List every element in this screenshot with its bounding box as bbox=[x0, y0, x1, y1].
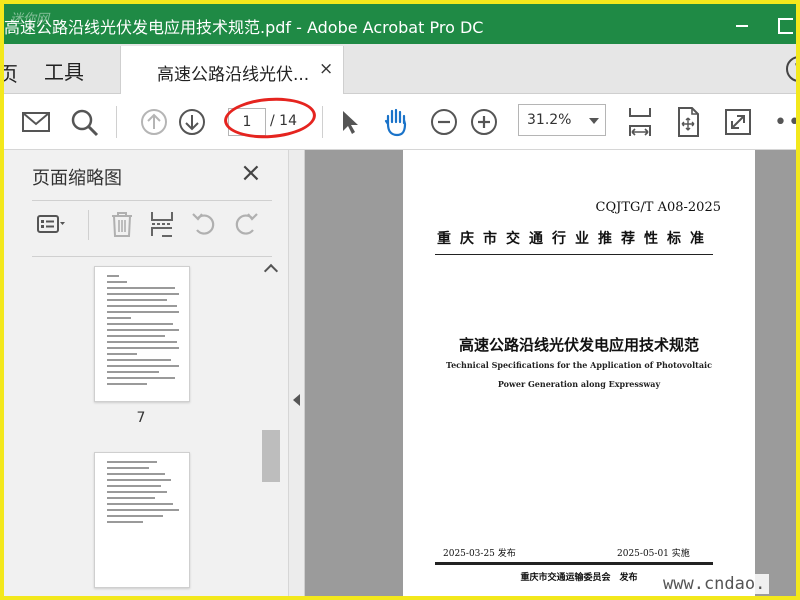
thumbnail-page-number: 7 bbox=[136, 410, 146, 426]
delete-icon[interactable] bbox=[106, 208, 138, 240]
more-icon[interactable]: ••• bbox=[774, 110, 796, 135]
divider bbox=[435, 562, 713, 565]
panel-splitter[interactable] bbox=[289, 150, 305, 596]
fit-width-icon[interactable] bbox=[622, 104, 658, 140]
document-title: 高速公路沿线光伏发电应用技术规范 bbox=[458, 336, 699, 354]
close-icon[interactable]: × bbox=[240, 160, 262, 186]
thumbnail-panel: 页面缩略图 × 7 bbox=[4, 150, 289, 596]
insert-page-icon[interactable] bbox=[146, 208, 178, 240]
help-icon[interactable]: ? bbox=[786, 56, 796, 82]
page-up-icon[interactable] bbox=[136, 104, 172, 140]
divider bbox=[435, 254, 713, 255]
fullscreen-icon[interactable] bbox=[720, 104, 756, 140]
panel-title: 页面缩略图 bbox=[32, 168, 122, 189]
page-thumbnail[interactable] bbox=[94, 452, 190, 588]
hand-tool-icon[interactable] bbox=[378, 104, 414, 140]
tab-home[interactable]: 页 bbox=[4, 58, 18, 87]
tab-tools[interactable]: 工具 bbox=[44, 56, 84, 85]
toolbar-divider bbox=[88, 210, 89, 240]
window-title: 高速公路沿线光伏发电应用技术规范.pdf - Adobe Acrobat Pro… bbox=[4, 18, 484, 37]
issue-date: 2025-03-25 发布 bbox=[443, 549, 516, 559]
document-page: CQJTG/T A08-2025 重庆市交通行业推荐性标准 高速公路沿线光伏发电… bbox=[403, 150, 755, 596]
tab-document[interactable]: 高速公路沿线光伏... × bbox=[120, 46, 344, 95]
toolbar: / 14 31.2% ••• bbox=[4, 94, 796, 150]
document-viewport[interactable]: CQJTG/T A08-2025 重庆市交通行业推荐性标准 高速公路沿线光伏发电… bbox=[305, 150, 796, 596]
site-watermark: www.cndao. bbox=[659, 574, 770, 594]
chevron-down-icon bbox=[589, 118, 599, 124]
tab-close-icon[interactable]: × bbox=[319, 59, 333, 79]
search-icon[interactable] bbox=[66, 104, 102, 140]
standard-type: 重庆市交通行业推荐性标准 bbox=[437, 231, 713, 247]
page-down-icon[interactable] bbox=[174, 104, 210, 140]
collapse-arrow-icon[interactable] bbox=[293, 394, 300, 406]
standard-code: CQJTG/T A08-2025 bbox=[595, 200, 721, 215]
zoom-value: 31.2% bbox=[527, 112, 572, 128]
toolbar-divider bbox=[116, 106, 117, 138]
panel-strip bbox=[4, 150, 14, 596]
scrollbar-thumb[interactable] bbox=[262, 430, 280, 482]
highlight-annotation bbox=[222, 94, 318, 142]
title-bar: 迷你网 高速公路沿线光伏发电应用技术规范.pdf - Adobe Acrobat… bbox=[4, 4, 796, 44]
page-thumbnail[interactable] bbox=[94, 266, 190, 402]
mail-icon[interactable] bbox=[18, 104, 54, 140]
zoom-out-icon[interactable] bbox=[426, 104, 462, 140]
minimize-button[interactable] bbox=[726, 10, 756, 38]
zoom-in-icon[interactable] bbox=[466, 104, 502, 140]
english-title-line-1: Technical Specifications for the Applica… bbox=[446, 360, 712, 370]
english-title-line-2: Power Generation along Expressway bbox=[497, 379, 661, 389]
divider bbox=[32, 256, 272, 257]
zoom-select[interactable]: 31.2% bbox=[518, 104, 606, 136]
toolbar-divider bbox=[322, 106, 323, 138]
redo-icon[interactable] bbox=[230, 208, 262, 240]
select-arrow-icon[interactable] bbox=[332, 104, 368, 140]
implementation-date: 2025-05-01 实施 bbox=[617, 549, 690, 559]
app-window: 迷你网 高速公路沿线光伏发电应用技术规范.pdf - Adobe Acrobat… bbox=[0, 0, 800, 600]
options-icon[interactable] bbox=[34, 208, 66, 240]
undo-icon[interactable] bbox=[188, 208, 220, 240]
rotate-page-icon[interactable] bbox=[670, 104, 706, 140]
divider bbox=[32, 200, 272, 201]
maximize-button[interactable] bbox=[774, 10, 796, 38]
tab-bar: 页 工具 高速公路沿线光伏... × ? bbox=[4, 44, 796, 95]
tab-document-label: 高速公路沿线光伏... bbox=[157, 65, 310, 85]
